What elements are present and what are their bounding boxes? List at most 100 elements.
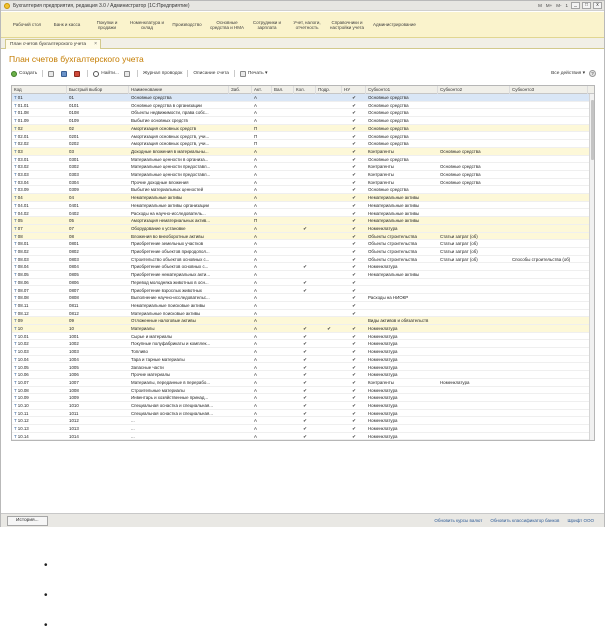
cancel-search-button[interactable] — [123, 70, 132, 77]
table-row[interactable]: T02.02 0202 Амортизация основных средств, … — [12, 140, 594, 148]
cell-subconto3 — [510, 248, 588, 256]
memory-plus-button[interactable]: M+ — [545, 3, 553, 8]
vertical-scrollbar[interactable] — [589, 94, 594, 440]
col-subconto2[interactable]: Субконто2 — [438, 86, 510, 94]
col-division[interactable]: Подр. — [316, 86, 342, 94]
table-row[interactable]: T10.01 1001 Сырье и материалы А ✔ ✔ Номенклату… — [12, 333, 594, 341]
table-row[interactable]: T08.03 0803 Строительство объектов основны… — [12, 256, 594, 264]
app-logo-icon — [4, 2, 10, 9]
section-salary[interactable]: Сотрудники и зарплата — [247, 20, 287, 30]
col-tax[interactable]: НУ — [342, 86, 366, 94]
edit-button[interactable] — [61, 70, 69, 77]
section-references[interactable]: Справочники и настройки учета — [327, 20, 367, 30]
table-row[interactable]: T10.12 1012... А ✔ ✔ Номенклатура — [12, 417, 594, 426]
table-row[interactable]: T10.11 1011 Специальная оснастка и специал… — [12, 410, 594, 418]
table-row[interactable]: T10.05 1005 Запасные части А ✔ ✔ Номенклатура — [12, 364, 594, 372]
table-row[interactable]: T10.10 1010 Специальная оснастка и специал… — [12, 402, 594, 410]
table-row[interactable]: T10.02 1002 Покупные полуфабрикаты и компл… — [12, 340, 594, 349]
scroll-thumb[interactable] — [591, 100, 594, 160]
all-actions-button[interactable]: Все действия ▾ — [551, 71, 585, 76]
table-row[interactable]: T03.03 0303 Материальные ценности предоста… — [12, 171, 594, 179]
table-row[interactable]: T04.01 0401 Нематериальные активы организа… — [12, 202, 594, 210]
section-reporting[interactable]: Учет, налоги, отчетность — [287, 20, 327, 30]
table-row[interactable]: T02 02 Амортизация основных средств П ✔ Основ… — [12, 124, 594, 133]
section-admin[interactable]: Администрирование — [367, 22, 427, 27]
find-button[interactable]: Найти... — [93, 70, 119, 77]
minimize-button[interactable]: _ — [571, 2, 580, 9]
memory-button[interactable]: M — [537, 3, 543, 8]
table-row[interactable]: T08.02 0802 Приобретение объектов природоп… — [12, 248, 594, 256]
table-row[interactable]: T10.13 1013... А ✔ ✔ Номенклатура — [12, 425, 594, 433]
table-row[interactable]: T03.01 0301 Материальные ценности в органи… — [12, 156, 594, 164]
table-row[interactable]: T10.08 1008 Строительные материалы А ✔ ✔ Номен… — [12, 387, 594, 395]
cell-act: А — [254, 387, 257, 393]
table-row[interactable]: T03.04 0304 Прочие доходные вложения А ✔ Конт… — [12, 179, 594, 187]
history-button[interactable]: История... — [7, 515, 48, 526]
table-row[interactable]: T03.09 0309 Выбытие материальных ценностей… — [12, 186, 594, 195]
table-row[interactable]: T08 08 Вложения во внеоборотные активы А ✔ Об… — [12, 232, 594, 241]
table-row[interactable]: T02.01 0201 Амортизация основных средств, … — [12, 133, 594, 141]
table-row[interactable]: T05 05 Амортизация нематериальных актив...… — [12, 217, 594, 225]
table-row[interactable]: T08.05 0805 Приобретение нематериальных ак… — [12, 271, 594, 279]
cell-quick: 02 — [69, 125, 74, 131]
table-row[interactable]: T08.07 0807 Приобретение взрослых животных… — [12, 287, 594, 295]
delete-button[interactable] — [74, 70, 82, 77]
close-icon[interactable]: × — [94, 40, 97, 49]
font-link[interactable]: Шрифт ООО — [567, 518, 594, 523]
table-row[interactable]: T09 09 Отложенные налоговые активы А Виды ак… — [12, 317, 594, 325]
table-row[interactable]: T07 07 Оборудование к установке А ✔ ✔ Номенкла… — [12, 224, 594, 233]
info-button[interactable]: 1 — [564, 3, 569, 8]
table-row[interactable]: T08.04 0804 Приобретение объектов основных… — [12, 263, 594, 272]
table-row[interactable]: T01 01 Основные средства А ✔ Основные средств… — [12, 94, 594, 102]
table-row[interactable]: T01.09 0109 Выбытие основных средств А ✔ Осно… — [12, 117, 594, 125]
col-name[interactable]: Наименование — [129, 86, 229, 94]
memory-minus-button[interactable]: M- — [555, 3, 562, 8]
col-quantity[interactable]: Кол. — [294, 86, 316, 94]
description-button[interactable]: Описание счета — [193, 71, 229, 76]
tab-chart-of-accounts[interactable]: План счетов бухгалтерского учета × — [5, 39, 102, 49]
table-row[interactable]: T08.01 0801 Приобретение земельных участко… — [12, 240, 594, 248]
table-row[interactable]: T03.02 0302 Материальные ценности предоста… — [12, 163, 594, 171]
col-off-balance[interactable]: Заб. — [229, 86, 252, 94]
table-row[interactable]: T04.02 0402 Расходы на научно-исследовател… — [12, 210, 594, 218]
table-row[interactable]: T01.01 0101 Основные средства в организаци… — [12, 102, 594, 110]
table-row[interactable]: T10.09 1009 Инвентарь и хозяйственные прин… — [12, 394, 594, 402]
help-icon[interactable]: ? — [589, 70, 596, 77]
col-act[interactable]: Акт. — [252, 86, 272, 94]
section-bank[interactable]: Банк и касса — [47, 22, 87, 27]
print-button[interactable]: Печать ▾ — [239, 70, 267, 77]
create-button[interactable]: Создать — [11, 70, 37, 77]
table-row[interactable]: T03 03 Доходные вложения в материальны... А… — [12, 147, 594, 156]
table-row[interactable]: T10.14 1014... А ✔ ✔ Номенклатура — [12, 433, 594, 440]
table-row[interactable]: T10.03 1003 Топливо А ✔ ✔ Номенклатура — [12, 348, 594, 356]
table-row[interactable]: T10.04 1004 Тара и тарные материалы А ✔ ✔ Номе… — [12, 356, 594, 364]
table-row[interactable]: T08.06 0806 Перевод молодняка животных в о… — [12, 279, 594, 287]
cell-name: Вложения во внеоборотные активы — [131, 233, 204, 239]
table-row[interactable]: T10 10 Материалы А ✔ ✔ ✔ Номенклатура — [12, 325, 594, 333]
table-row[interactable]: T01.08 0108 Объекты недвижимости, права со… — [12, 109, 594, 118]
update-banks-link[interactable]: Обновить классификатор банков — [490, 518, 559, 523]
section-production[interactable]: Производство — [167, 22, 207, 27]
table-row[interactable]: T10.07 1007 Материалы, переданные в перера… — [12, 379, 594, 387]
section-purchases[interactable]: Покупки и продажи — [87, 20, 127, 30]
col-currency[interactable]: Вал. — [272, 86, 294, 94]
account-code: 10.07 — [17, 379, 29, 385]
col-subconto3[interactable]: Субконто3 — [510, 86, 588, 94]
section-desktop[interactable]: Рабочий стол — [7, 22, 47, 27]
table-row[interactable]: T08.11 0811 Нематериальные поисковые актив… — [12, 302, 594, 310]
journal-button[interactable]: Журнал проводок — [143, 71, 182, 76]
col-quick[interactable]: Быстрый выбор — [67, 86, 129, 94]
close-button[interactable]: x — [593, 2, 602, 9]
table-row[interactable]: T08.08 0808 Выполнение научно-исследовател… — [12, 294, 594, 302]
table-row[interactable]: T08.12 0812 Материальные поисковые активы А… — [12, 310, 594, 318]
section-fixed-assets[interactable]: Основные средства и НМА — [207, 20, 247, 30]
update-rates-link[interactable]: Обновить курсы валют — [434, 518, 482, 523]
section-nomenclature[interactable]: Номенклатура и склад — [127, 20, 167, 30]
table-row[interactable]: T04 04 Нематериальные активы А ✔ Нематериальн… — [12, 194, 594, 202]
table-row[interactable]: T10.06 1006 Прочие материалы А ✔ ✔ Номенклатур… — [12, 371, 594, 379]
col-code[interactable]: Код — [12, 86, 67, 94]
copy-button[interactable] — [48, 70, 56, 77]
maximize-button[interactable]: □ — [582, 2, 591, 9]
col-subconto1[interactable]: Субконто1 — [366, 86, 438, 94]
cell-quick: 0801 — [69, 241, 79, 247]
